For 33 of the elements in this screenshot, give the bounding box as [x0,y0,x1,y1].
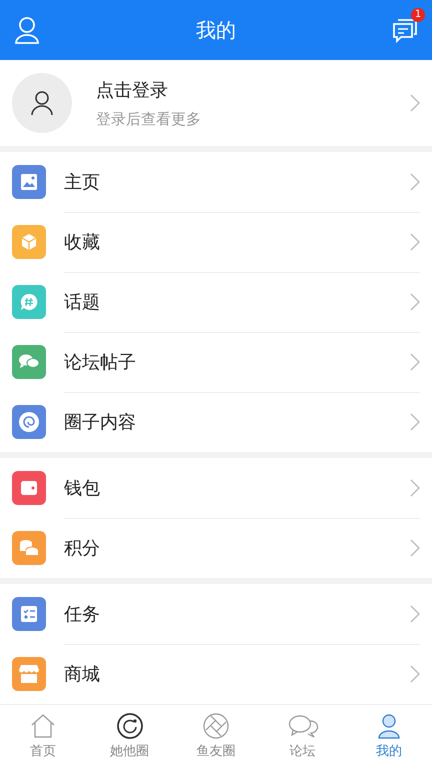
menu-label: 商城 [64,663,100,686]
tab-item[interactable]: 首页 [0,705,86,768]
menu-label: 圈子内容 [64,411,136,434]
tab-label: 论坛 [289,743,316,760]
menu-label: 话题 [64,290,100,314]
tab-item[interactable]: 我的 [346,705,432,768]
menu-label: 收藏 [64,230,100,254]
login-subtitle: 登录后查看更多 [96,110,202,128]
menu-label: 钱包 [64,476,100,500]
menu-item[interactable]: 主页 [0,152,432,212]
menu-item[interactable]: 话题 [0,272,432,332]
menu-item[interactable]: 论坛帖子 [0,332,432,392]
menu-label: 主页 [64,170,100,194]
menu-label: 论坛帖子 [64,350,136,374]
menu-item[interactable]: 商城 [0,644,432,704]
menu-label: 积分 [64,537,100,560]
tab-label: 她他圈 [110,743,150,760]
tab-item[interactable]: 论坛 [259,705,346,768]
tab-label: 鱼友圈 [196,743,236,760]
menu-item[interactable]: 任务 [0,584,432,644]
notification-badge: 1 [411,8,425,22]
menu-item[interactable]: 圈子内容 [0,392,432,452]
login-row[interactable]: 点击登录 登录后查看更多 [0,60,432,146]
menu-item[interactable]: 积分 [0,518,432,578]
menu-label: 任务 [64,602,100,626]
tab-label: 首页 [30,743,56,760]
page-title: 我的 [196,16,236,44]
tab-item[interactable]: 鱼友圈 [172,705,260,768]
tab-label: 我的 [376,743,402,760]
tab-item[interactable]: 她他圈 [86,705,173,768]
menu-item[interactable]: 钱包 [0,458,432,518]
login-title: 点击登录 [96,78,169,102]
menu-item[interactable]: 收藏 [0,212,432,272]
